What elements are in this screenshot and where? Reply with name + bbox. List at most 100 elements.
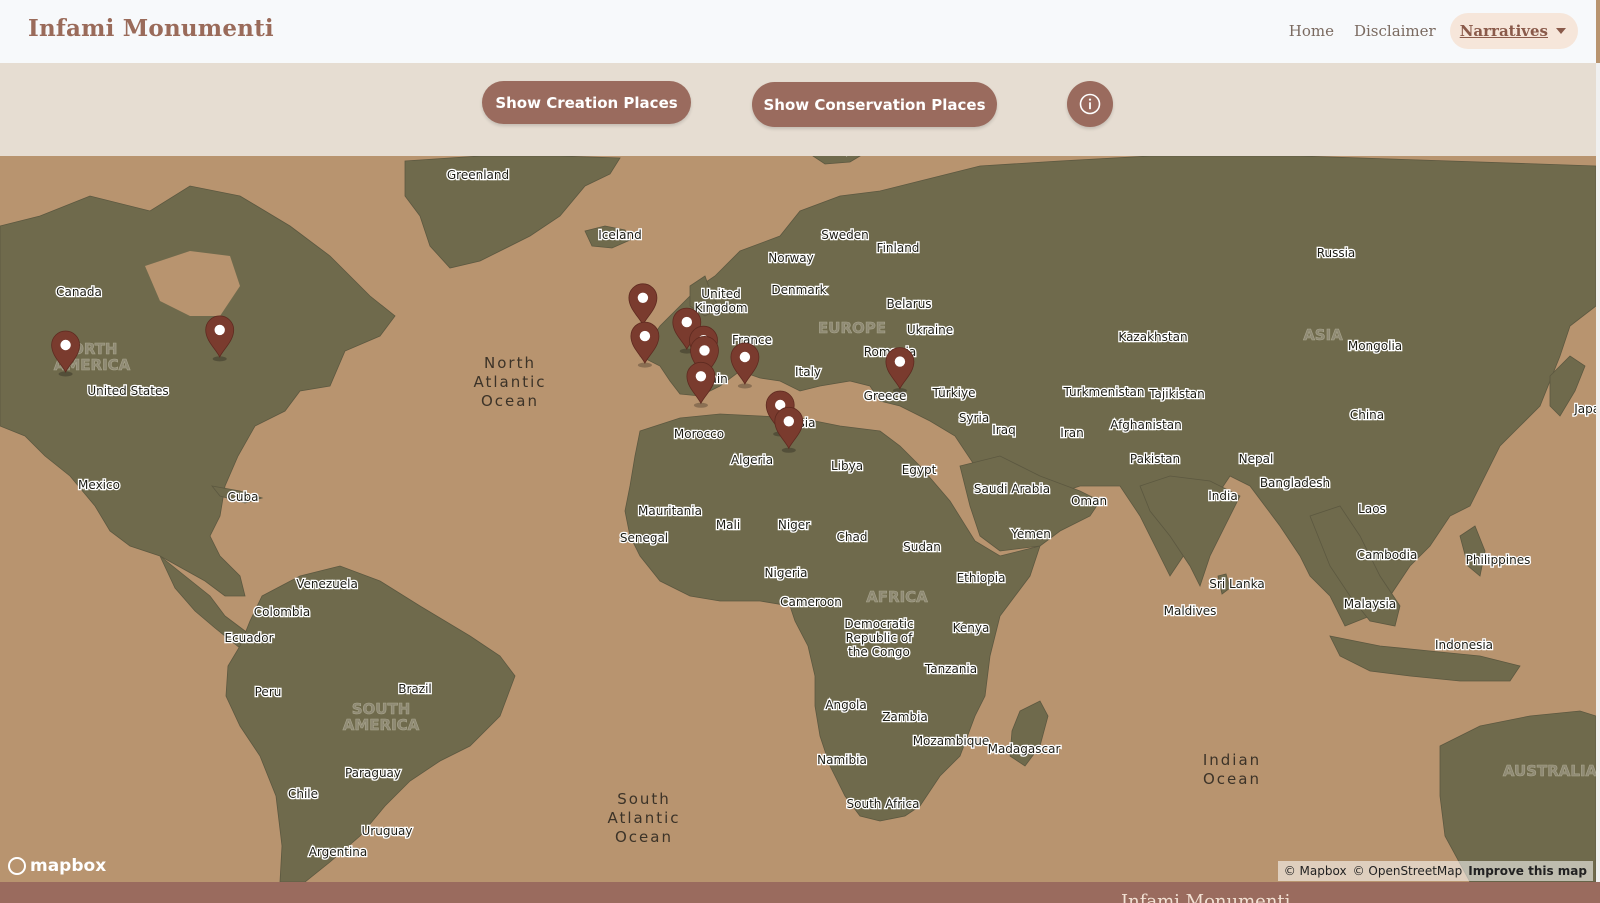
country-label-india: India — [1208, 489, 1237, 503]
country-label-mauritania: Mauritania — [638, 504, 702, 518]
country-label-mongolia: Mongolia — [1348, 339, 1402, 353]
country-label-norway: Norway — [768, 251, 814, 265]
country-label-saudi-arabia: Saudi Arabia — [974, 482, 1050, 496]
country-label-canada: Canada — [56, 285, 102, 299]
country-label-nepal: Nepal — [1239, 452, 1274, 466]
country-label-indonesia: Indonesia — [1435, 638, 1493, 652]
country-label-philippines: Philippines — [1466, 553, 1531, 567]
map-pin-dot — [783, 416, 794, 427]
country-label-united-kingdom: Kingdom — [694, 301, 747, 315]
map-pin-dot — [739, 351, 751, 363]
ocean-label-south-atlantic: South — [617, 790, 671, 808]
country-label-laos: Laos — [1358, 502, 1386, 516]
map-toolbar: Show Creation Places Show Conservation P… — [0, 63, 1596, 156]
map-pin-dot — [695, 371, 707, 382]
country-label-afghanistan: Afghanistan — [1110, 418, 1181, 432]
attribution-osm-link[interactable]: © OpenStreetMap — [1353, 864, 1463, 878]
caret-down-icon — [1556, 28, 1566, 34]
country-label-sudan: Sudan — [903, 540, 941, 554]
narratives-dropdown-label: Narratives — [1459, 22, 1548, 40]
map-pin-dot — [214, 324, 225, 336]
footer-title: Infami Monumenti — [1121, 891, 1291, 903]
country-label-italy: Italy — [795, 365, 821, 379]
show-creation-places-button[interactable]: Show Creation Places — [482, 81, 691, 124]
country-label-iraq: Iraq — [992, 423, 1015, 437]
ocean-label-north-atlantic: Ocean — [481, 392, 539, 410]
country-label-tanzania: Tanzania — [924, 662, 977, 676]
mapbox-logo-text: mapbox — [30, 856, 107, 876]
country-label-kenya: Kenya — [953, 621, 990, 635]
ocean-label-indian: Indian — [1203, 751, 1261, 769]
country-label-finland: Finland — [877, 241, 920, 255]
country-label-united-states: United States — [87, 384, 168, 398]
ocean-label-north-atlantic: North — [484, 354, 536, 372]
country-label-iceland: Iceland — [598, 228, 641, 242]
country-label-t-rkiye: Türkiye — [932, 386, 976, 400]
narratives-dropdown[interactable]: Narratives — [1449, 13, 1578, 49]
country-label-niger: Niger — [778, 518, 810, 532]
world-map[interactable]: North Atlantic Ocean South Atlantic Ocean Indi… — [0, 156, 1596, 882]
landmass-australia — [1439, 710, 1596, 882]
improve-map-link[interactable]: Improve this map — [1468, 864, 1587, 878]
mapbox-logo[interactable]: mapbox — [8, 856, 106, 876]
country-label-brazil: Brazil — [398, 682, 432, 696]
country-label-pakistan: Pakistan — [1130, 452, 1180, 466]
continent-label-australia: AUSTRALIA — [1503, 762, 1596, 780]
show-conservation-places-button[interactable]: Show Conservation Places — [752, 82, 997, 127]
country-label-uruguay: Uruguay — [362, 824, 413, 838]
ocean-label-indian: Ocean — [1203, 770, 1261, 788]
country-label-svalbard: Svalbard — [836, 156, 889, 157]
map-pin-dot — [60, 339, 71, 351]
continent-label-asia: ASIA — [1303, 326, 1343, 344]
map-pin-dot — [699, 345, 710, 356]
country-label-venezuela: Venezuela — [296, 577, 358, 591]
footer: Infami Monumenti — [0, 882, 1600, 903]
country-label-mexico: Mexico — [78, 478, 120, 492]
country-label-colombia: Colombia — [254, 605, 310, 619]
country-label-chad: Chad — [837, 530, 868, 544]
country-label-sweden: Sweden — [821, 228, 868, 242]
nav-home-link[interactable]: Home — [1281, 14, 1342, 48]
country-label-senegal: Senegal — [620, 531, 668, 545]
country-label-united-kingdom: United — [701, 287, 740, 301]
country-label-morocco: Morocco — [674, 427, 724, 441]
country-label-mozambique: Mozambique — [913, 734, 990, 748]
country-label-tajikistan: Tajikistan — [1148, 387, 1205, 401]
country-label-cameroon: Cameroon — [780, 595, 842, 609]
page-scrollbar[interactable] — [1596, 63, 1600, 882]
country-label-namibia: Namibia — [817, 753, 867, 767]
country-label-bangladesh: Bangladesh — [1260, 476, 1330, 490]
brand-title[interactable]: Infami Monumenti — [28, 15, 274, 42]
attribution-mapbox-link[interactable]: © Mapbox — [1284, 864, 1347, 878]
country-label-japan: Japan — [1573, 402, 1596, 416]
ocean-label-south-atlantic: Atlantic — [607, 809, 680, 827]
country-label-peru: Peru — [255, 685, 282, 699]
country-label-denmark: Denmark — [771, 283, 826, 297]
country-label-malaysia: Malaysia — [1344, 597, 1396, 611]
country-label-china: China — [1350, 408, 1384, 422]
country-label-iran: Iran — [1060, 426, 1083, 440]
country-label-greenland: Greenland — [447, 168, 509, 182]
country-label-cuba: Cuba — [228, 490, 259, 504]
country-label-paraguay: Paraguay — [345, 766, 401, 780]
country-label-turkmenistan: Turkmenistan — [1063, 385, 1145, 399]
mapbox-logo-icon — [8, 857, 26, 875]
country-label-algeria: Algeria — [731, 453, 773, 467]
ocean-label-south-atlantic: Ocean — [615, 828, 673, 846]
ocean-label-north-atlantic: Atlantic — [473, 373, 546, 391]
country-label-chile: Chile — [288, 787, 318, 801]
country-label-russia: Russia — [1317, 246, 1356, 260]
map-attribution: © Mapbox © OpenStreetMap Improve this ma… — [1277, 861, 1593, 881]
country-label-angola: Angola — [825, 698, 866, 712]
country-label-ethiopia: Ethiopia — [957, 571, 1006, 585]
country-label-zambia: Zambia — [882, 710, 928, 724]
nav-disclaimer-link[interactable]: Disclaimer — [1346, 14, 1444, 48]
map-canvas[interactable]: NorthAtlanticOceanSouthAtlanticOceanIndi… — [0, 156, 1596, 882]
info-button[interactable] — [1067, 81, 1113, 127]
country-label-argentina: Argentina — [309, 845, 368, 859]
country-label-syria: Syria — [959, 411, 989, 425]
map-pin-dot — [637, 292, 649, 303]
map-pin-dot — [639, 330, 651, 342]
country-label-ukraine: Ukraine — [907, 323, 953, 337]
continent-label-africa: AFRICA — [866, 588, 928, 606]
